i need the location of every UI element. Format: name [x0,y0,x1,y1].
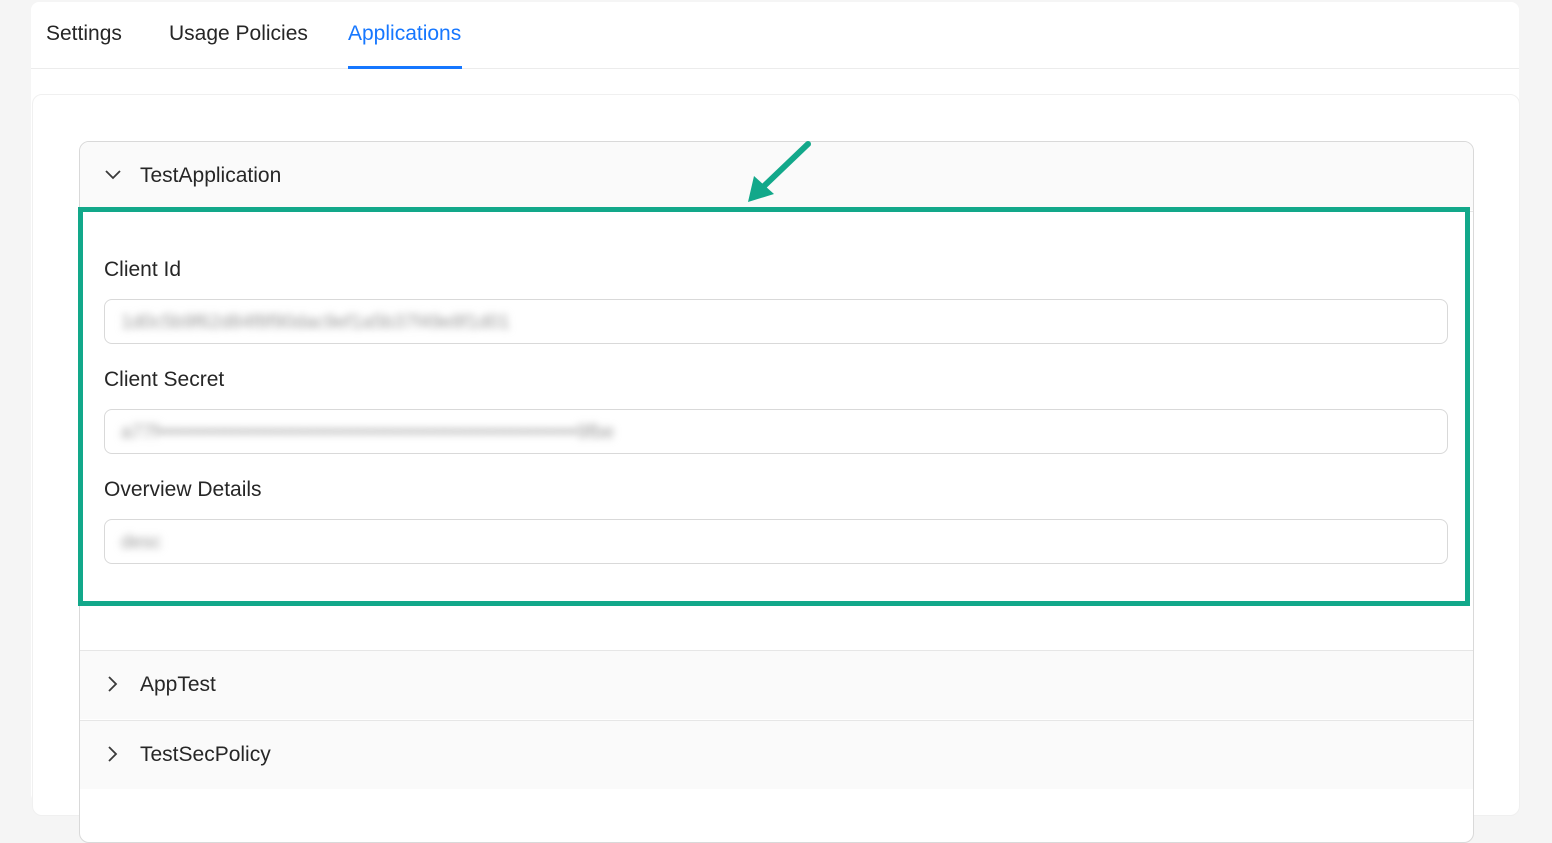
tab-applications[interactable]: Applications [348,22,461,46]
client-id-field[interactable]: 1d0c5b9f62d84f8f90dac9ef1a5b37f49e8f1d01 [104,299,1448,344]
client-secret-value: a77f••••••••••••••••••••••••••••••••••••… [121,422,615,443]
active-tab-indicator [348,66,462,69]
applications-collapse: TestApplication Client Id 1d0c5b9f62d84f… [79,141,1474,843]
overview-details-label: Overview Details [104,478,262,501]
page-frame: Settings Usage Policies Applications Tes… [31,2,1520,843]
overview-details-value: desc [121,532,162,553]
chevron-right-icon [108,746,118,762]
panel-header-testapplication[interactable]: TestApplication [80,142,1473,210]
tab-bar: Settings Usage Policies Applications [31,2,1519,69]
tab-usage-policies[interactable]: Usage Policies [169,22,308,46]
tab-settings[interactable]: Settings [46,22,122,46]
panel-body-testapplication: Client Id 1d0c5b9f62d84f8f90dac9ef1a5b37… [80,211,1473,651]
chevron-right-icon [108,676,118,692]
client-id-value: 1d0c5b9f62d84f8f90dac9ef1a5b37f49e8f1d01 [121,312,510,333]
panel-title: TestApplication [140,164,282,187]
overview-details-field[interactable]: desc [104,519,1448,564]
client-id-label: Client Id [104,258,182,281]
panel-header-apptest[interactable]: AppTest [80,651,1473,719]
client-secret-field[interactable]: a77f••••••••••••••••••••••••••••••••••••… [104,409,1448,454]
panel-title: TestSecPolicy [140,743,271,766]
applications-card: TestApplication Client Id 1d0c5b9f62d84f… [32,94,1520,843]
panel-title: AppTest [140,673,216,696]
panel-header-testsecpolicy[interactable]: TestSecPolicy [80,721,1473,789]
chevron-down-icon [105,170,121,180]
client-secret-label: Client Secret [104,368,225,391]
